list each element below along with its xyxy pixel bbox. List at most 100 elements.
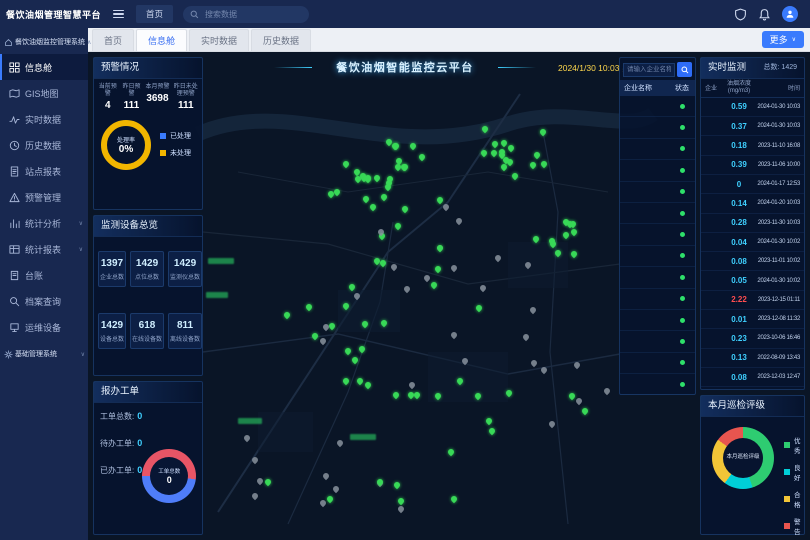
map-pin-offline[interactable]: [335, 439, 343, 447]
map-pin-offline[interactable]: [390, 262, 398, 270]
map-pin-offline[interactable]: [442, 203, 450, 211]
realtime-row[interactable]: 0.232023-10-06 16:46: [701, 329, 804, 348]
sidebar-item-report[interactable]: 站点报表: [0, 158, 88, 184]
company-row[interactable]: [620, 224, 695, 245]
map-pin-online[interactable]: [540, 160, 548, 168]
map-pin-online[interactable]: [474, 391, 482, 399]
sidebar-item-realtime[interactable]: 实时数据: [0, 106, 88, 132]
map-pin-online[interactable]: [505, 388, 513, 396]
map-pin-online[interactable]: [311, 332, 319, 340]
map-pin-offline[interactable]: [408, 381, 416, 389]
global-search[interactable]: [183, 6, 309, 23]
realtime-row[interactable]: 0.392023-11-06 10:00: [701, 156, 804, 175]
map-pin-online[interactable]: [434, 391, 442, 399]
company-row[interactable]: [620, 182, 695, 203]
company-row[interactable]: [620, 139, 695, 160]
header-nav-tab-home[interactable]: 首页: [136, 5, 173, 23]
map-pin-offline[interactable]: [530, 359, 538, 367]
realtime-row[interactable]: 0.372024-01-30 10:03: [701, 117, 804, 136]
realtime-row[interactable]: 0.142024-01-20 10:03: [701, 194, 804, 213]
map-pin-online[interactable]: [533, 151, 541, 159]
realtime-row[interactable]: 0.042024-01-30 10:02: [701, 233, 804, 252]
map-pin-online[interactable]: [364, 381, 372, 389]
map-pin-online[interactable]: [490, 149, 498, 157]
company-search-button[interactable]: [677, 62, 692, 77]
company-row[interactable]: [620, 160, 695, 181]
map-pin-online[interactable]: [379, 193, 387, 201]
sidebar-item-warning[interactable]: 预警管理: [0, 184, 88, 210]
map-pin-online[interactable]: [368, 202, 376, 210]
sidebar-item-search[interactable]: 档案查询: [0, 288, 88, 314]
company-row[interactable]: [620, 310, 695, 331]
realtime-row[interactable]: 0.282023-11-30 10:03: [701, 214, 804, 233]
map-pin-online[interactable]: [570, 250, 578, 258]
map-pin-offline[interactable]: [322, 472, 330, 480]
sidebar-section-base-system[interactable]: 基础管理系统 ∨: [0, 340, 88, 366]
company-row[interactable]: [620, 331, 695, 352]
sidebar-item-map[interactable]: GIS地图: [0, 80, 88, 106]
sidebar-item-device[interactable]: 运维设备: [0, 314, 88, 340]
map-pin-online[interactable]: [326, 494, 334, 502]
map-pin-online[interactable]: [264, 478, 272, 486]
sidebar-section-monitor-system[interactable]: 餐饮油烟监控管理系统 ∧: [0, 28, 88, 54]
map-pin-offline[interactable]: [528, 306, 536, 314]
tab-历史数据[interactable]: 历史数据: [251, 29, 311, 51]
company-row[interactable]: [620, 289, 695, 310]
realtime-row[interactable]: 02024-01-17 12:53: [701, 175, 804, 194]
company-row[interactable]: [620, 203, 695, 224]
map-pin-online[interactable]: [391, 390, 399, 398]
map-pin-online[interactable]: [393, 481, 401, 489]
map-pin-offline[interactable]: [524, 260, 532, 268]
map-pin-online[interactable]: [570, 228, 578, 236]
map-pin-online[interactable]: [511, 172, 519, 180]
realtime-row[interactable]: 0.082023-11-01 10:02: [701, 252, 804, 271]
map-pin-offline[interactable]: [256, 476, 264, 484]
map-pin-offline[interactable]: [353, 292, 361, 300]
tab-信息舱[interactable]: 信息舱: [136, 29, 187, 51]
map-pin-online[interactable]: [561, 230, 569, 238]
map-pin-online[interactable]: [456, 376, 464, 384]
map-pin-online[interactable]: [380, 319, 388, 327]
map-pin-online[interactable]: [305, 303, 313, 311]
map-pin-online[interactable]: [491, 139, 499, 147]
realtime-row[interactable]: 0.052024-01-30 10:02: [701, 271, 804, 290]
map-pin-online[interactable]: [434, 265, 442, 273]
company-row[interactable]: [620, 374, 695, 395]
sidebar-item-table[interactable]: 统计报表∨: [0, 236, 88, 262]
map-pin-online[interactable]: [406, 391, 414, 399]
map-pin-offline[interactable]: [479, 284, 487, 292]
map-pin-offline[interactable]: [243, 434, 251, 442]
map-pin-online[interactable]: [356, 377, 364, 385]
company-row[interactable]: [620, 353, 695, 374]
tab-首页[interactable]: 首页: [92, 29, 134, 51]
map-pin-offline[interactable]: [423, 274, 431, 282]
shield-icon[interactable]: [734, 8, 747, 21]
realtime-row[interactable]: 0.182023-11-10 16:08: [701, 136, 804, 155]
map-pin-online[interactable]: [373, 174, 381, 182]
map-pin-online[interactable]: [342, 160, 350, 168]
hamburger-menu-icon[interactable]: [113, 10, 124, 19]
map-pin-online[interactable]: [350, 356, 358, 364]
map-pin-online[interactable]: [499, 139, 507, 147]
map-pin-online[interactable]: [450, 494, 458, 502]
realtime-row[interactable]: 0.592024-01-30 10:03: [701, 98, 804, 117]
map-pin-offline[interactable]: [575, 397, 583, 405]
map-pin-offline[interactable]: [450, 263, 458, 271]
bell-icon[interactable]: [758, 8, 771, 21]
map-pin-online[interactable]: [401, 205, 409, 213]
company-row[interactable]: [620, 117, 695, 138]
map-pin-online[interactable]: [342, 302, 350, 310]
company-search-input[interactable]: [623, 63, 675, 77]
map-pin-offline[interactable]: [493, 254, 501, 262]
map-pin-offline[interactable]: [403, 285, 411, 293]
search-input[interactable]: [203, 9, 302, 20]
realtime-row[interactable]: 0.082023-12-03 12:47: [701, 368, 804, 387]
map-pin-online[interactable]: [529, 160, 537, 168]
sidebar-item-history[interactable]: 历史数据: [0, 132, 88, 158]
map-pin-offline[interactable]: [450, 331, 458, 339]
map-pin-online[interactable]: [507, 144, 515, 152]
map-pin-online[interactable]: [430, 280, 438, 288]
map-pin-online[interactable]: [480, 149, 488, 157]
tab-实时数据[interactable]: 实时数据: [189, 29, 249, 51]
map-pin-online[interactable]: [396, 496, 404, 504]
